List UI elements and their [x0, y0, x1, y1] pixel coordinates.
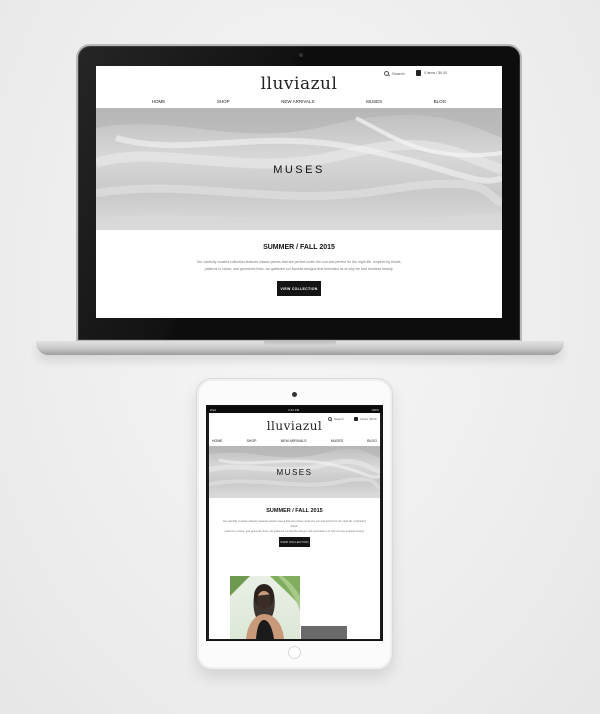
hero-title: MUSES — [273, 164, 325, 176]
tablet-device: iPad 2:44 PM 100% lluviazul Search 0 ite… — [196, 378, 393, 670]
status-battery: 100% — [371, 407, 379, 412]
cart-icon — [416, 70, 421, 76]
search-icon — [384, 71, 389, 76]
section-heading: SUMMER / FALL 2015 — [263, 244, 335, 251]
nav-item-muses[interactable]: MUSES — [366, 99, 382, 104]
description-line-1: Our carefully curated collection feature… — [222, 520, 367, 528]
search-link[interactable]: Search — [384, 71, 405, 76]
tablet-camera-icon — [292, 392, 297, 397]
nav-item-new-arrivals[interactable]: NEW ARRIVALS — [281, 99, 314, 104]
main-nav: HOME SHOP NEW ARRIVALS MUSES BLOG — [96, 99, 502, 104]
nav-item-home[interactable]: HOME — [212, 439, 223, 443]
nav-item-blog[interactable]: BLOG — [434, 99, 447, 104]
cart-link[interactable]: 0 items / $0.00 — [416, 70, 447, 76]
model-image — [230, 576, 300, 639]
description-line-1: Our carefully curated collection feature… — [196, 260, 402, 264]
laptop-lid: lluviazul Search 0 items / $0.00 HOME SH… — [76, 44, 522, 342]
site-page-desktop: lluviazul Search 0 items / $0.00 HOME SH… — [96, 66, 502, 318]
description-line-2: patterns in colour, and geometric lines,… — [204, 267, 394, 271]
model-photo[interactable] — [230, 576, 300, 639]
cart-label: 0 items / $0.00 — [360, 417, 377, 421]
search-icon — [328, 417, 332, 421]
cart-icon — [354, 417, 358, 421]
laptop-camera-icon — [299, 53, 303, 57]
search-label: Search — [334, 417, 344, 421]
view-collection-button[interactable]: VIEW COLLECTION — [279, 537, 310, 547]
status-carrier: iPad — [210, 407, 217, 412]
hero-banner: MUSES — [96, 108, 502, 230]
hero-banner: MUSES — [209, 446, 380, 498]
nav-item-home[interactable]: HOME — [152, 99, 166, 104]
status-bar: iPad 2:44 PM 100% — [207, 406, 382, 413]
status-time: 2:44 PM — [288, 407, 300, 412]
collection-description: Our carefully curated collection feature… — [191, 259, 407, 273]
cart-label: 0 items / $0.00 — [424, 71, 447, 75]
view-collection-button[interactable]: VIEW COLLECTION — [277, 281, 321, 296]
laptop-screen: lluviazul Search 0 items / $0.00 HOME SH… — [96, 66, 502, 318]
description-line-2: patterns in colour, and geometric lines,… — [224, 530, 365, 533]
home-button-icon[interactable] — [288, 646, 301, 659]
cart-link[interactable]: 0 items / $0.00 — [354, 417, 376, 421]
site-logo[interactable]: lluviazul — [96, 74, 502, 94]
main-nav: HOME SHOP NEW ARRIVALS MUSES BLOG — [209, 439, 380, 443]
hero-title: MUSES — [276, 468, 313, 477]
nav-item-muses[interactable]: MUSES — [331, 439, 343, 443]
tablet-screen: iPad 2:44 PM 100% lluviazul Search 0 ite… — [206, 405, 383, 641]
search-label: Search — [392, 71, 405, 76]
nav-item-new-arrivals[interactable]: NEW ARRIVALS — [281, 439, 307, 443]
section-heading: SUMMER / FALL 2015 — [266, 508, 323, 514]
nav-item-blog[interactable]: BLOG — [367, 439, 377, 443]
model-photo-secondary[interactable] — [301, 626, 347, 639]
nav-item-shop[interactable]: SHOP — [247, 439, 257, 443]
nav-item-shop[interactable]: SHOP — [217, 99, 230, 104]
collection-description: Our carefully curated collection feature… — [221, 519, 368, 534]
site-logo[interactable]: lluviazul — [209, 419, 380, 433]
search-link[interactable]: Search — [328, 417, 344, 421]
site-page-tablet: lluviazul Search 0 items / $0.00 HOME SH… — [209, 413, 380, 639]
laptop-notch — [264, 341, 336, 346]
